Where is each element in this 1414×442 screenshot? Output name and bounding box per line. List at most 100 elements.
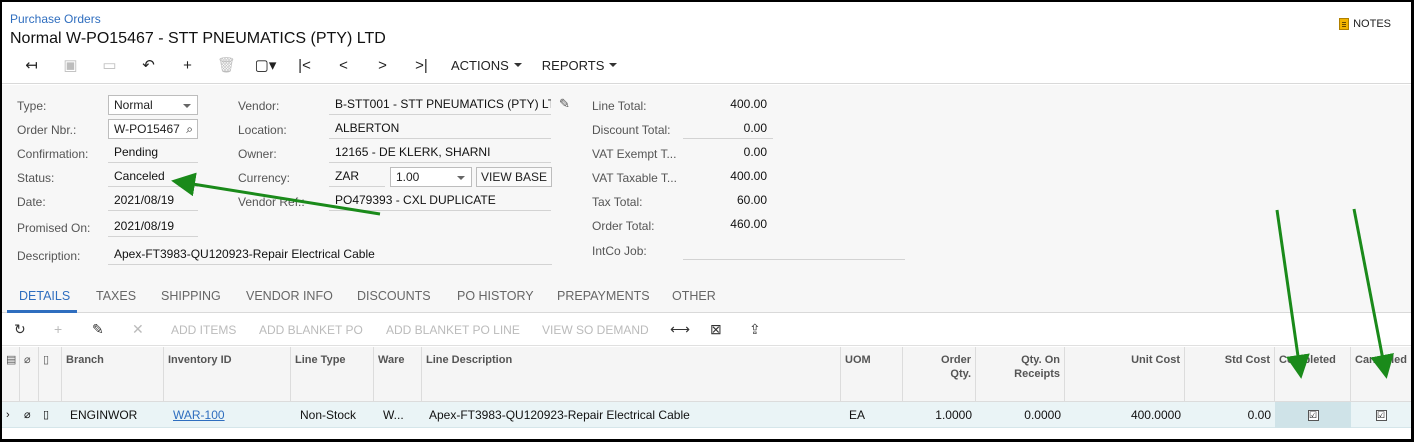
cell-line-description[interactable]: Apex-FT3983-QU120923-Repair Electrical C… <box>425 402 841 428</box>
save-close-icon[interactable]: ▣ <box>51 54 90 76</box>
reports-label: REPORTS <box>541 57 605 73</box>
attachment-header-icon: ⌀ <box>20 347 39 402</box>
row-expand-icon[interactable]: › <box>2 402 20 428</box>
summary-form: Type: Normal Order Nbr.: W-PO15467 ⌕ Con… <box>2 85 1411 277</box>
main-toolbar: ↤ ▣ ▭ ↶ + 🗑 ▢▾ |< < > >| ACTIONS REPORTS <box>12 54 627 76</box>
back-icon[interactable]: ↤ <box>12 54 51 76</box>
cell-branch[interactable]: ENGINWOR <box>66 402 164 428</box>
add-items-button[interactable]: ADD ITEMS <box>171 323 236 337</box>
column-order-qty[interactable]: Order Qty. <box>903 347 976 402</box>
column-line-type[interactable]: Line Type <box>291 347 374 402</box>
grid-toolbar: ↻ + ✎ ✕ ADD ITEMS ADD BLANKET PO ADD BLA… <box>2 314 1411 346</box>
attachment-icon[interactable]: ⌀ <box>20 402 39 428</box>
completed-checkbox[interactable]: ☑ <box>1307 410 1319 422</box>
cell-completed[interactable]: ☑ <box>1275 402 1351 428</box>
tab-shipping[interactable]: SHIPPING <box>161 289 221 303</box>
upload-icon[interactable]: ⇪ <box>749 321 761 338</box>
note-icon[interactable]: ▯ <box>39 402 62 428</box>
column-unit-cost[interactable]: Unit Cost <box>1065 347 1185 402</box>
column-cancelled[interactable]: Cancelled <box>1351 347 1411 402</box>
column-inventory-id[interactable]: Inventory ID <box>164 347 291 402</box>
cell-line-type[interactable]: Non-Stock <box>296 402 374 428</box>
active-tab-indicator <box>7 310 77 313</box>
date-label: Date: <box>17 195 46 209</box>
order-nbr-input[interactable]: W-PO15467 ⌕ <box>108 119 198 139</box>
reports-menu[interactable]: REPORTS <box>532 54 628 76</box>
column-qty-on-receipts-line2: Receipts <box>1014 368 1060 380</box>
type-value: Normal <box>114 98 153 112</box>
intco-job-field[interactable] <box>683 240 905 260</box>
column-uom[interactable]: UOM <box>841 347 903 402</box>
promised-on-field[interactable]: 2021/08/19 <box>108 217 198 237</box>
cancelled-checkbox[interactable]: ☑ <box>1375 410 1387 422</box>
column-completed[interactable]: Completed <box>1275 347 1351 402</box>
view-base-button[interactable]: VIEW BASE <box>476 167 552 187</box>
add-row-icon[interactable]: + <box>54 321 62 337</box>
tab-vendor-info[interactable]: VENDOR INFO <box>246 289 333 303</box>
tab-discounts[interactable]: DISCOUNTS <box>357 289 431 303</box>
description-label: Description: <box>17 249 81 263</box>
breadcrumb[interactable]: Purchase Orders <box>10 12 101 26</box>
column-std-cost[interactable]: Std Cost <box>1185 347 1275 402</box>
add-blanket-po-button[interactable]: ADD BLANKET PO <box>259 323 363 337</box>
owner-field[interactable]: 12165 - DE KLERK, SHARNI <box>329 143 551 163</box>
currency-field[interactable]: ZAR <box>329 167 385 187</box>
cell-order-qty[interactable]: 1.0000 <box>903 402 976 428</box>
notes-icon <box>1339 18 1350 30</box>
fit-columns-icon[interactable]: ⟷ <box>670 321 690 338</box>
actions-menu[interactable]: ACTIONS <box>441 54 532 76</box>
type-select[interactable]: Normal <box>108 95 198 115</box>
intco-job-label: IntCo Job: <box>592 244 647 258</box>
notes-button[interactable]: NOTES <box>1339 18 1391 30</box>
table-row[interactable]: › ⌀ ▯ ENGINWOR WAR-100 Non-Stock W... Ap… <box>2 402 1411 428</box>
edit-row-icon[interactable]: ✎ <box>92 321 104 338</box>
page-header: Purchase Orders Normal W-PO15467 - STT P… <box>2 2 1411 84</box>
column-qty-on-receipts[interactable]: Qty. On Receipts <box>976 347 1065 402</box>
save-icon[interactable]: ▭ <box>90 54 129 76</box>
date-field[interactable]: 2021/08/19 <box>108 191 198 211</box>
confirmation-value: Pending <box>108 143 198 163</box>
edit-icon[interactable]: ✎ <box>559 96 570 112</box>
column-warehouse[interactable]: Ware <box>374 347 422 402</box>
cell-cancelled[interactable]: ☑ <box>1351 402 1411 428</box>
delete-row-icon[interactable]: ✕ <box>132 321 144 338</box>
tab-taxes[interactable]: TAXES <box>96 289 136 303</box>
copy-paste-icon[interactable]: ▢▾ <box>246 54 285 76</box>
note-header-icon: ▯ <box>39 347 62 402</box>
search-icon[interactable]: ⌕ <box>186 120 193 138</box>
vat-taxable-label: VAT Taxable T... <box>592 171 677 185</box>
cell-inventory-id[interactable]: WAR-100 <box>169 402 291 428</box>
cell-unit-cost[interactable]: 400.0000 <box>1065 402 1185 428</box>
refresh-icon[interactable]: ↻ <box>14 321 26 338</box>
excel-export-icon[interactable]: ⊠ <box>710 321 722 338</box>
rate-select[interactable]: 1.00 <box>390 167 472 187</box>
next-record-icon[interactable]: > <box>363 54 402 76</box>
tab-po-history[interactable]: PO HISTORY <box>457 289 534 303</box>
add-blanket-po-line-button[interactable]: ADD BLANKET PO LINE <box>386 323 520 337</box>
status-label: Status: <box>17 171 55 185</box>
vendor-ref-field[interactable]: PO479393 - CXL DUPLICATE <box>329 191 551 211</box>
vendor-label: Vendor: <box>238 99 280 113</box>
cell-uom[interactable]: EA <box>845 402 903 428</box>
column-line-description[interactable]: Line Description <box>422 347 841 402</box>
view-so-demand-button[interactable]: VIEW SO DEMAND <box>542 323 649 337</box>
window-frame: Purchase Orders Normal W-PO15467 - STT P… <box>0 0 1414 442</box>
inventory-id-link[interactable]: WAR-100 <box>173 408 225 422</box>
location-field[interactable]: ALBERTON <box>329 119 551 139</box>
vat-exempt-value: 0.00 <box>743 145 767 159</box>
undo-icon[interactable]: ↶ <box>129 54 168 76</box>
location-label: Location: <box>238 123 287 137</box>
cell-warehouse[interactable]: W... <box>379 402 422 428</box>
description-field[interactable]: Apex-FT3983-QU120923-Repair Electrical C… <box>108 245 552 265</box>
column-order-qty-line1: Order <box>941 354 971 366</box>
first-record-icon[interactable]: |< <box>285 54 324 76</box>
add-icon[interactable]: + <box>168 54 207 76</box>
delete-icon[interactable]: 🗑 <box>207 54 246 76</box>
last-record-icon[interactable]: >| <box>402 54 441 76</box>
tab-other[interactable]: OTHER <box>672 289 716 303</box>
tab-details[interactable]: DETAILS <box>19 289 70 303</box>
tab-prepayments[interactable]: PREPAYMENTS <box>557 289 650 303</box>
vendor-field[interactable]: B-STT001 - STT PNEUMATICS (PTY) LT <box>329 95 551 115</box>
previous-record-icon[interactable]: < <box>324 54 363 76</box>
column-branch[interactable]: Branch <box>62 347 164 402</box>
